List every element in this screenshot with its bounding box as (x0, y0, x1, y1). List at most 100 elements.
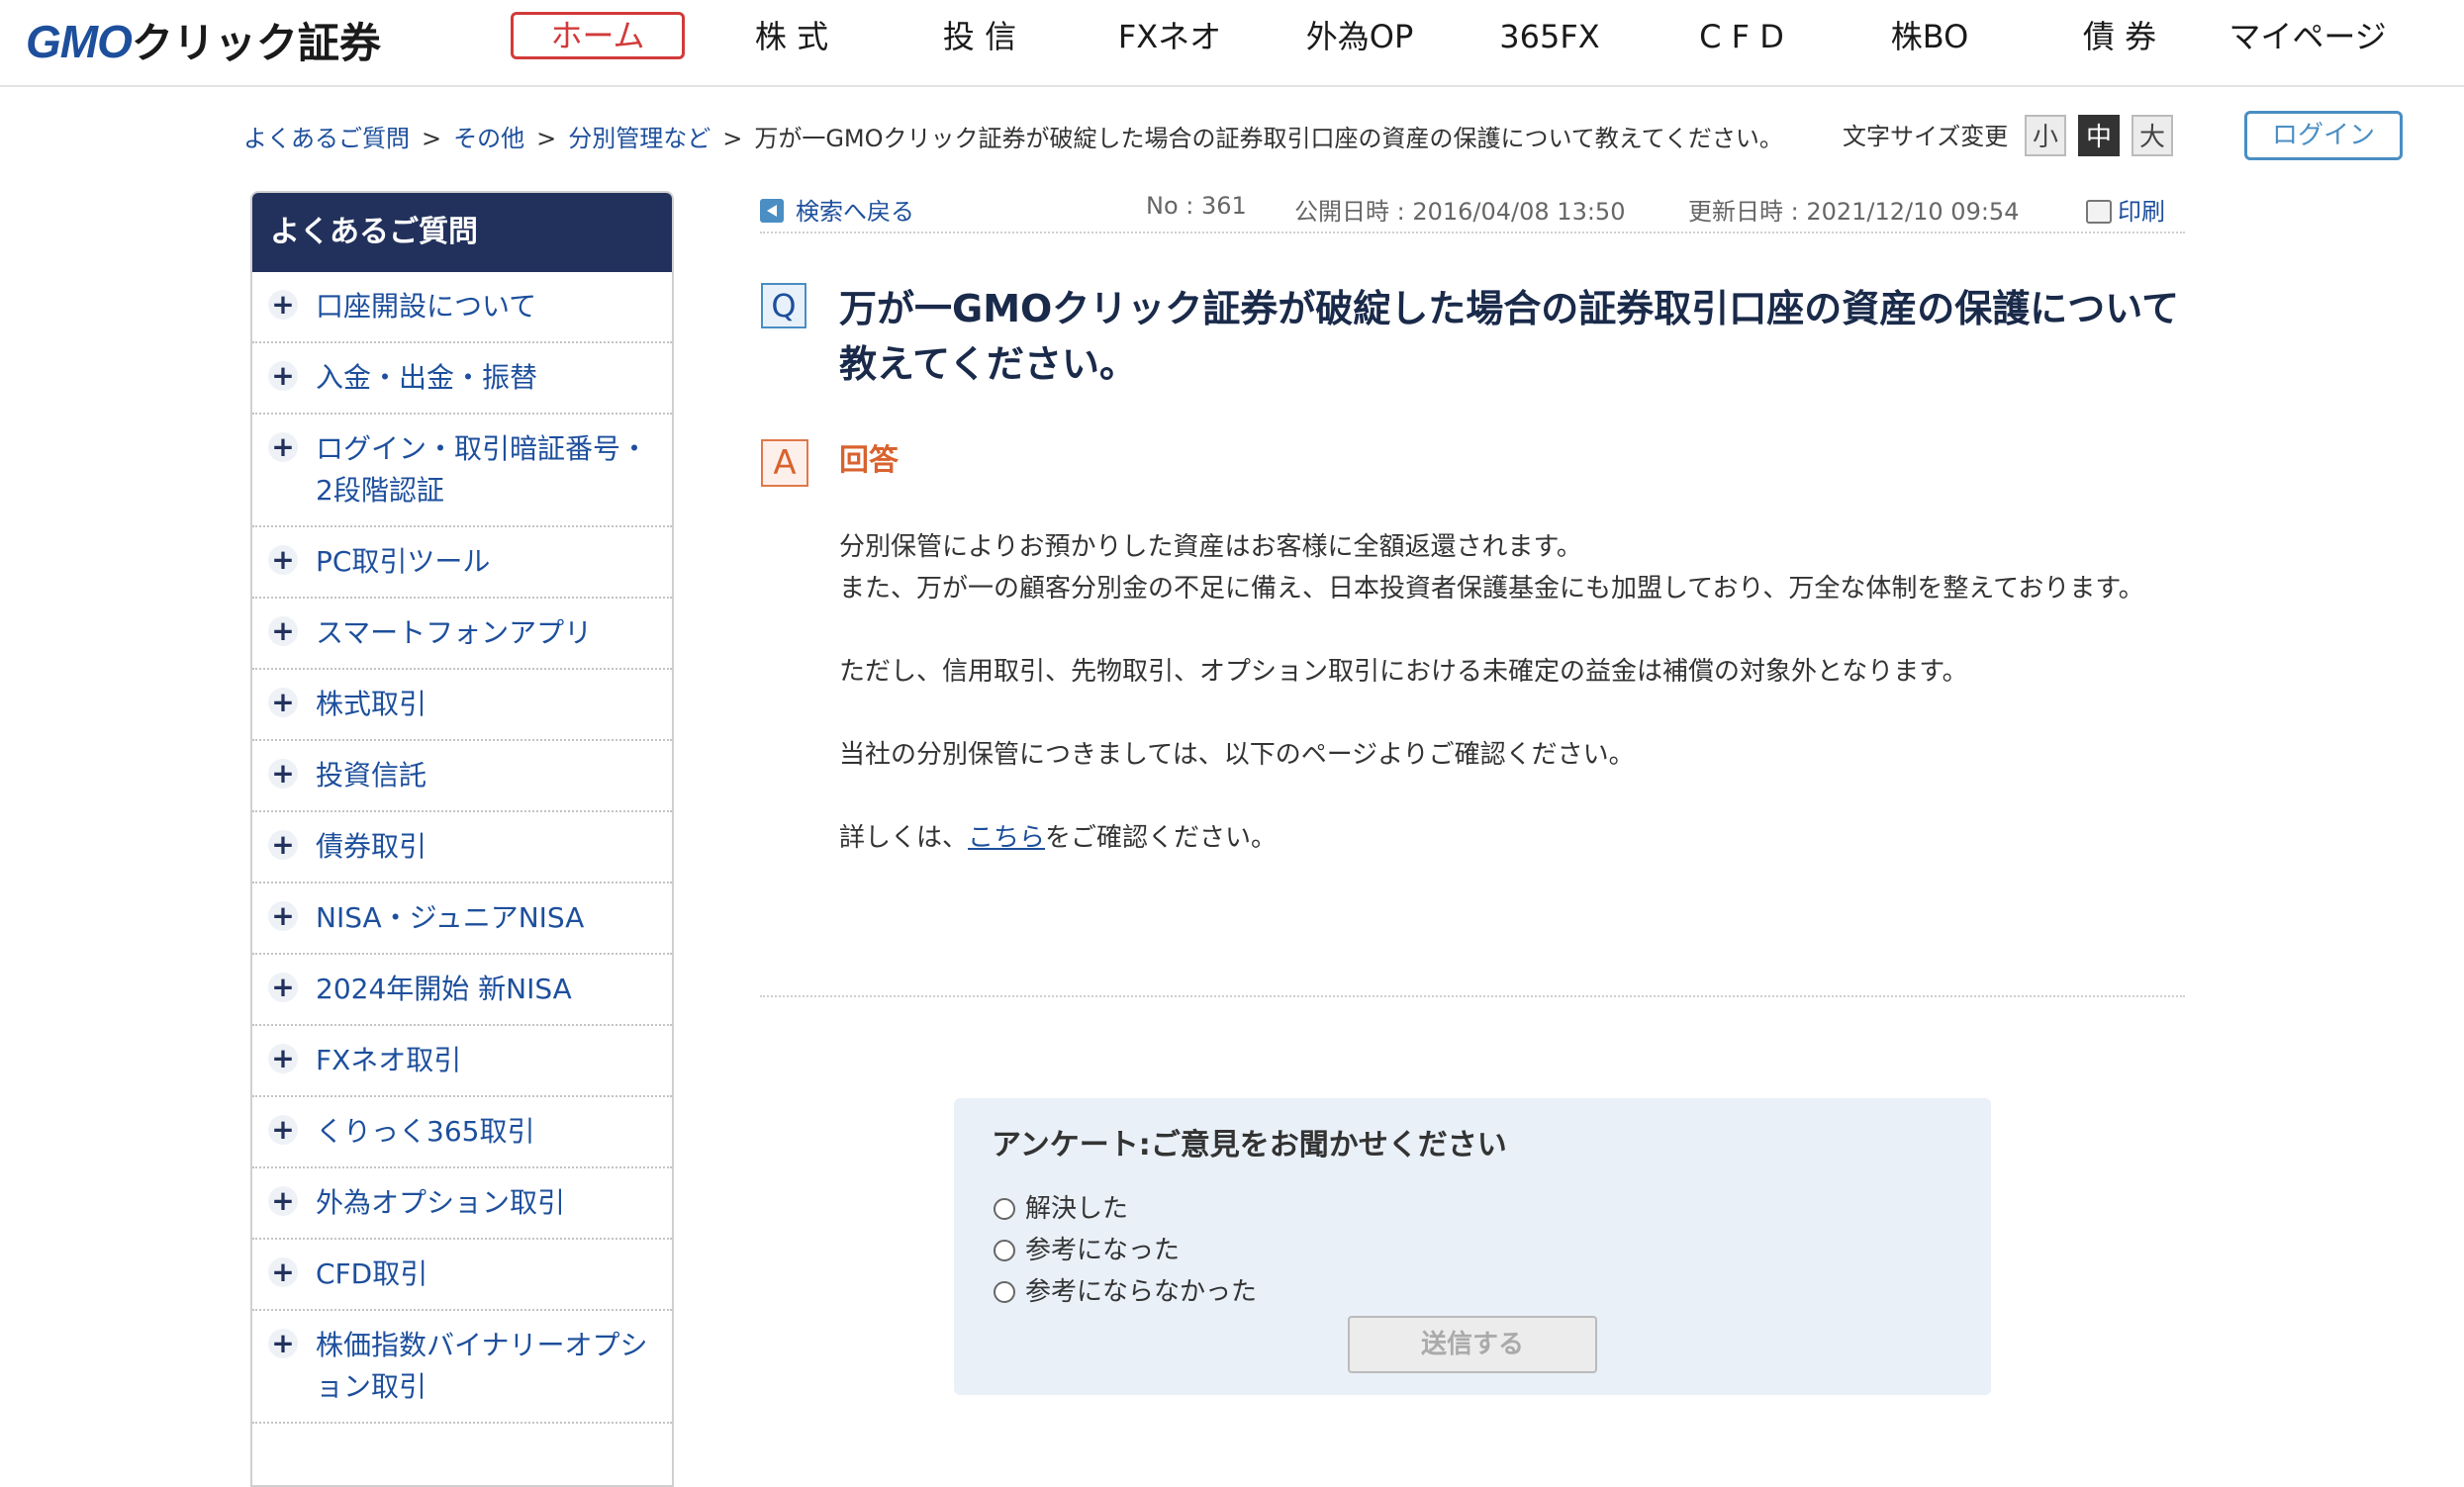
plus-icon: + (268, 688, 298, 717)
radio-button[interactable] (994, 1281, 1015, 1303)
sidebar-item-label: FXネオ取引 (316, 1044, 462, 1076)
answer-body: 分別保管によりお預かりした資産はお客様に全額返還されます。また、万が一の顧客分別… (839, 526, 2185, 900)
sidebar-item[interactable]: +2024年開始 新NISA (252, 955, 672, 1026)
answer-text: また、万が一の顧客分別金の不足に備え、日本投資者保護基金にも加盟しており、万全な… (839, 574, 2144, 604)
sidebar-item-label: NISA・ジュニアNISA (316, 901, 585, 934)
sidebar-item-label: 債券取引 (316, 830, 427, 863)
question-title: 万が一GMOクリック証券が破綻した場合の証券取引口座の資産の保護について教えてく… (839, 287, 2180, 386)
nav-bonds[interactable]: 債 券 (2042, 12, 2197, 61)
sidebar-item-label: 株式取引 (316, 688, 427, 720)
nav-fx-neo[interactable]: FXネオ (1092, 12, 1247, 61)
sidebar-item-label: 株価指数バイナリーオプション取引 (316, 1329, 648, 1403)
back-to-search-link[interactable]: 検索へ戻る (760, 192, 914, 227)
updated-date: 更新日時 : 2021/12/10 09:54 (1688, 198, 2020, 226)
font-size-small-button[interactable]: 小 (2025, 115, 2066, 156)
nav-mypage[interactable]: マイページ (2223, 12, 2393, 61)
sidebar-item-label: 口座開設について (316, 290, 537, 323)
breadcrumb: よくあるご質問 > その他 > 分別管理など > 万が一GMOクリック証券が破綻した場合の証… (243, 119, 1783, 158)
question-badge: Q (761, 283, 806, 328)
survey-option-resolved[interactable]: 解決した (994, 1189, 1128, 1229)
answer-text: 分別保管によりお預かりした資産はお客様に全額返還されます。 (839, 532, 1582, 562)
plus-icon: + (268, 1044, 298, 1073)
survey-submit-button[interactable]: 送信する (1348, 1316, 1597, 1373)
sidebar-item[interactable]: + 株価指数バイナリーオプション取引 (252, 1311, 672, 1424)
login-button[interactable]: ログイン (2244, 111, 2403, 160)
sidebar-item[interactable]: + 債券取引 (252, 812, 672, 883)
plus-icon: + (268, 830, 298, 860)
plus-icon: + (268, 616, 298, 646)
survey-title: アンケート:ご意見をお聞かせください (992, 1128, 1507, 1162)
details-link[interactable]: こちら (968, 823, 1045, 853)
logo[interactable]: GMOクリック証券 (26, 14, 381, 69)
answer-text: をご確認ください。 (1045, 823, 1278, 853)
breadcrumb-separator: > (422, 125, 442, 152)
plus-icon: + (268, 361, 298, 391)
sidebar-item[interactable]: + スマートフォンアプリ (252, 599, 672, 670)
plus-icon: + (268, 1329, 298, 1358)
plus-icon: + (268, 901, 298, 931)
plus-icon: + (268, 1186, 298, 1216)
sidebar-item[interactable]: + FXネオ取引 (252, 1026, 672, 1097)
breadcrumb-faq[interactable]: よくあるご質問 (243, 125, 410, 152)
sidebar-item[interactable]: + 外為オプション取引 (252, 1168, 672, 1240)
plus-icon: + (268, 973, 298, 1002)
sidebar-item-label: 投資信託 (316, 759, 427, 791)
answer-text: ただし、信用取引、先物取引、オプション取引における未確定の益金は補償の対象外とな… (839, 657, 1968, 687)
top-navigation: GMOクリック証券 ホーム 株 式 投 信 FXネオ 外為OP 365FX C … (0, 0, 2464, 87)
sidebar-item[interactable]: + 入金・出金・振替 (252, 343, 672, 415)
breadcrumb-separator: > (722, 125, 743, 152)
plus-icon: + (268, 432, 298, 462)
article-meta: 検索へ戻る No : 361 公開日時 : 2016/04/08 13:50 更… (760, 188, 2185, 233)
print-label: 印刷 (2118, 198, 2165, 226)
sidebar-item-label: 入金・出金・振替 (316, 361, 538, 394)
sidebar-item[interactable]: + 投資信託 (252, 741, 672, 812)
printer-icon (2086, 200, 2112, 224)
nav-cfd[interactable]: C F D (1664, 12, 1819, 61)
nav-fx-option[interactable]: 外為OP (1280, 12, 1439, 61)
plus-icon: + (268, 1115, 298, 1145)
nav-home[interactable]: ホーム (511, 12, 685, 59)
sidebar-item[interactable]: + CFD取引 (252, 1240, 672, 1311)
sidebar-item-label: 2024年開始 新NISA (316, 973, 572, 1005)
sidebar-item[interactable]: + ログイン・取引暗証番号・2段階認証 (252, 415, 672, 527)
font-size-label: 文字サイズ変更 (1843, 123, 2009, 150)
sidebar-item-label: くりっく365取引 (316, 1115, 535, 1148)
sidebar-item-label: 外為オプション取引 (316, 1186, 566, 1219)
breadcrumb-current: 万が一GMOクリック証券が破綻した場合の証券取引口座の資産の保護について教えてく… (754, 125, 1783, 152)
breadcrumb-segregation[interactable]: 分別管理など (568, 125, 711, 152)
content-divider (760, 995, 2185, 997)
faq-sidebar: よくあるご質問 + 口座開設について + 入金・出金・振替 + ログイン・取引暗証番号… (250, 191, 674, 1487)
answer-badge: A (761, 439, 808, 487)
answer-text: 当社の分別保管につきましては、以下のページよりご確認ください。 (839, 740, 1635, 770)
back-arrow-icon (760, 199, 784, 223)
survey-option-label: 参考になった (1025, 1236, 1181, 1265)
radio-button[interactable] (994, 1240, 1015, 1261)
print-link[interactable]: 印刷 (2086, 192, 2165, 227)
answer-text: 詳しくは、 (839, 823, 969, 853)
logo-gmo: GMO (26, 16, 133, 67)
sidebar-item-label: PC取引ツール (316, 545, 491, 578)
nav-stock-bo[interactable]: 株BO (1852, 12, 2007, 61)
sidebar-item[interactable]: + PC取引ツール (252, 527, 672, 599)
plus-icon: + (268, 290, 298, 320)
breadcrumb-separator: > (536, 125, 557, 152)
sidebar-item[interactable]: + 口座開設について (252, 272, 672, 343)
nav-funds[interactable]: 投 信 (902, 12, 1057, 61)
sidebar-heading: よくあるご質問 (252, 193, 672, 272)
published-date: 公開日時 : 2016/04/08 13:50 (1294, 198, 1626, 226)
plus-icon: + (268, 759, 298, 789)
survey-option-not-helpful[interactable]: 参考にならなかった (994, 1272, 1257, 1312)
survey-panel: アンケート:ご意見をお聞かせください 解決した 参考になった 参考にならなかった… (954, 1098, 1991, 1395)
breadcrumb-other[interactable]: その他 (453, 125, 524, 152)
sidebar-item[interactable]: + 株式取引 (252, 670, 672, 741)
survey-option-helpful[interactable]: 参考になった (994, 1231, 1180, 1270)
sidebar-item-label: ログイン・取引暗証番号・2段階認証 (316, 432, 649, 507)
sidebar-item[interactable]: + くりっく365取引 (252, 1097, 672, 1168)
radio-button[interactable] (994, 1198, 1015, 1220)
sidebar-item[interactable]: + NISA・ジュニアNISA (252, 883, 672, 955)
font-size-large-button[interactable]: 大 (2132, 115, 2173, 156)
font-size-medium-button[interactable]: 中 (2078, 115, 2120, 156)
nav-365fx[interactable]: 365FX (1472, 12, 1627, 61)
answer-label: 回答 (839, 443, 899, 478)
nav-stocks[interactable]: 株 式 (714, 12, 869, 61)
